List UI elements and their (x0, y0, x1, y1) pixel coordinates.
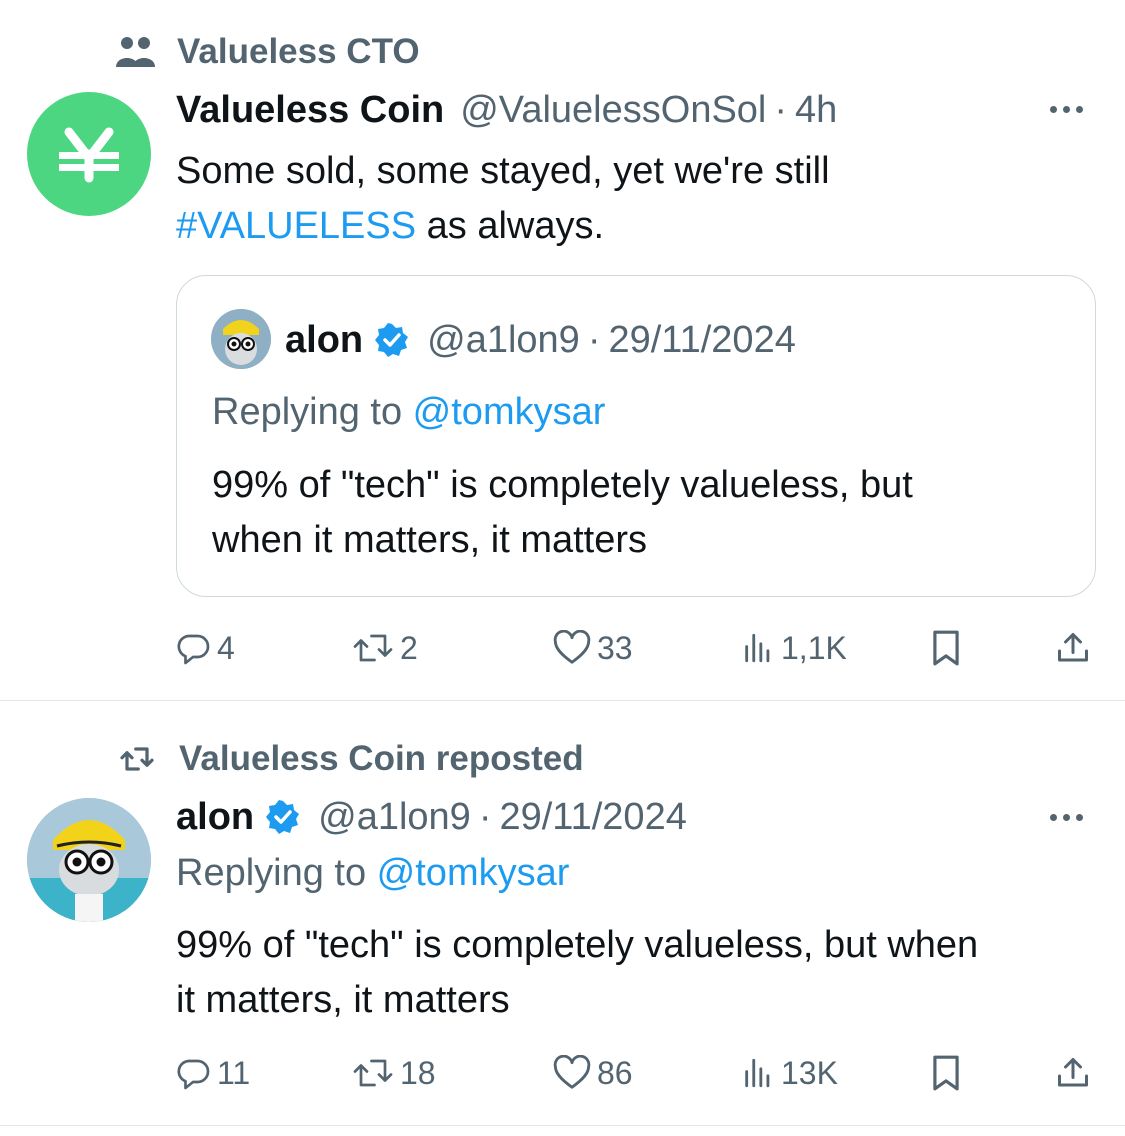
repost-icon (120, 747, 154, 771)
views-icon (745, 1058, 770, 1088)
like-count: 33 (597, 629, 633, 666)
alon-avatar-icon (211, 309, 271, 369)
post-2-replying-to: Replying to @tomkysar (176, 852, 569, 895)
repost-icon (353, 1059, 393, 1087)
quote-author-name[interactable]: alon (285, 319, 363, 362)
social-context-label: Valueless CTO (177, 32, 420, 71)
repost-count: 2 (400, 629, 418, 666)
quote-text-line-2: when it matters, it matters (212, 519, 648, 561)
post-text-line-1: Some sold, some stayed, yet we're still (176, 150, 830, 192)
community-icon (116, 37, 155, 67)
post-2-header: alon @a1lon9 · 29/11/2024 (176, 793, 687, 841)
replying-to-label: Replying to (176, 852, 377, 894)
verified-icon (266, 800, 300, 834)
replying-to-link[interactable]: @tomkysar (377, 852, 570, 894)
like-button[interactable]: 86 (553, 1048, 633, 1098)
separator-dot: · (587, 318, 601, 361)
reply-count: 4 (217, 629, 235, 666)
reply-button[interactable]: 4 (175, 623, 235, 673)
like-button[interactable]: 33 (553, 623, 633, 673)
repost-count: 18 (400, 1054, 436, 1091)
quote-avatar-alon[interactable] (211, 309, 271, 369)
replying-to-label: Replying to (212, 391, 413, 433)
post-text-line-2: #VALUELESS as always. (176, 199, 1076, 254)
views-icon (745, 633, 770, 663)
more-icon (1050, 814, 1057, 821)
quote-header: alon @a1lon9 · 29/11/2024 (285, 316, 796, 364)
separator-dot: · (478, 795, 492, 838)
author-handle[interactable]: @a1lon9 (318, 796, 471, 839)
post-divider (0, 1125, 1125, 1126)
repost-icon (353, 634, 393, 662)
bookmark-icon (933, 630, 959, 666)
author-handle[interactable]: @ValuelessOnSol (460, 89, 766, 132)
views-count: 1,1K (781, 629, 847, 666)
post-1-actions: 4 2 33 1,1K (175, 623, 1095, 673)
like-icon (553, 630, 591, 664)
quote-text: 99% of "tech" is completely valueless, b… (212, 458, 1082, 568)
replying-to-link[interactable]: @tomkysar (413, 391, 606, 433)
share-icon (1058, 1058, 1088, 1087)
social-context[interactable]: Valueless CTO (115, 30, 420, 74)
quote-replying-to: Replying to @tomkysar (212, 391, 605, 434)
like-count: 86 (597, 1054, 633, 1091)
post-1-header: Valueless Coin @ValuelessOnSol · 4h (176, 86, 837, 134)
verified-icon (375, 323, 409, 357)
post-divider (0, 700, 1125, 701)
quote-date[interactable]: 29/11/2024 (608, 319, 795, 362)
post-text-rest: as always. (416, 205, 605, 247)
repost-context-label: Valueless Coin reposted (179, 739, 584, 778)
author-name[interactable]: alon (176, 796, 254, 839)
quote-author-handle[interactable]: @a1lon9 (427, 319, 580, 362)
views-button[interactable]: 1,1K (741, 623, 847, 673)
post-2-text: 99% of "tech" is completely valueless, b… (176, 918, 1106, 1028)
valueless-logo-icon (59, 127, 119, 183)
more-options-button[interactable] (1050, 106, 1083, 113)
reply-icon (177, 634, 210, 665)
post-time[interactable]: 4h (795, 89, 837, 132)
quote-text-line-1: 99% of "tech" is completely valueless, b… (212, 464, 913, 506)
hashtag-link[interactable]: #VALUELESS (176, 205, 416, 247)
repost-context[interactable]: Valueless Coin reposted (115, 737, 584, 781)
repost-button[interactable]: 2 (352, 623, 418, 673)
reply-count: 11 (217, 1054, 251, 1091)
like-icon (553, 1055, 591, 1089)
avatar-alon[interactable] (27, 798, 151, 922)
views-count: 13K (781, 1054, 838, 1091)
separator-dot: · (774, 88, 788, 131)
share-button[interactable] (1055, 1048, 1091, 1098)
more-options-button[interactable] (1050, 814, 1083, 821)
share-button[interactable] (1055, 623, 1091, 673)
reply-button[interactable]: 11 (175, 1048, 250, 1098)
alon-avatar-icon (27, 798, 151, 922)
bookmark-button[interactable] (929, 623, 963, 673)
post-date[interactable]: 29/11/2024 (499, 796, 686, 839)
post-1-text: Some sold, some stayed, yet we're still … (176, 144, 1076, 254)
bookmark-icon (933, 1055, 959, 1091)
repost-button[interactable]: 18 (352, 1048, 436, 1098)
post-text-line-2: it matters, it matters (176, 979, 510, 1021)
avatar-valueless-coin[interactable] (27, 92, 151, 216)
more-icon (1050, 106, 1057, 113)
post-2-actions: 11 18 86 13K (175, 1048, 1095, 1098)
author-name[interactable]: Valueless Coin (176, 89, 444, 132)
views-button[interactable]: 13K (741, 1048, 838, 1098)
share-icon (1058, 633, 1088, 662)
reply-icon (177, 1059, 210, 1090)
quoted-post-card[interactable]: alon @a1lon9 · 29/11/2024 Replying to @t… (176, 275, 1096, 597)
bookmark-button[interactable] (929, 1048, 963, 1098)
post-text-line-1: 99% of "tech" is completely valueless, b… (176, 924, 979, 966)
